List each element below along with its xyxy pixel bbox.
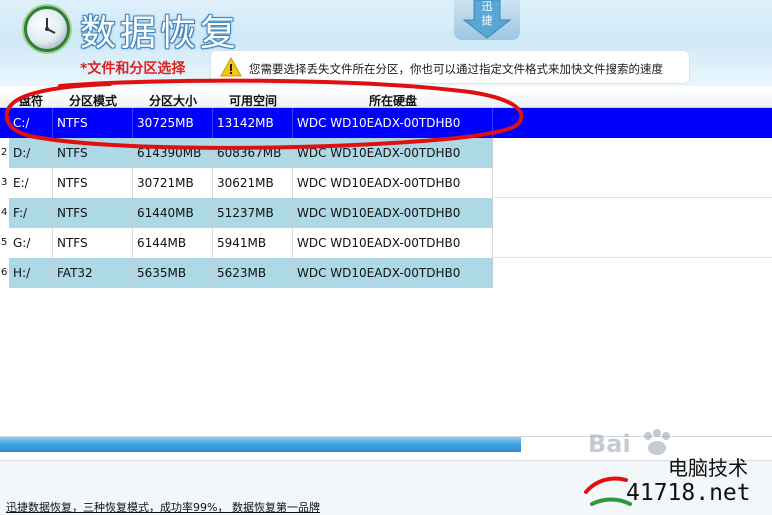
table-row[interactable]: 2 D:/NTFS 614390MB 608367MB WDC WD10EADX-00T… bbox=[0, 138, 772, 168]
watermark-site-url: 41718.net bbox=[626, 480, 751, 506]
row-number bbox=[0, 108, 9, 138]
clock-icon bbox=[24, 6, 70, 52]
cell-disk: WDC WD10EADX-00TDHB0 bbox=[293, 168, 493, 198]
hint-text: 您需要选择丢失文件所在分区，你也可以通过指定文件格式来加快文件搜索的速度 bbox=[249, 62, 663, 76]
cell-drive: E:/ bbox=[9, 168, 53, 198]
cell-drive: G:/ bbox=[9, 228, 53, 258]
watermark-logo-text: Bai bbox=[588, 430, 631, 458]
cell-disk: WDC WD10EADX-00TDHB0 bbox=[293, 198, 493, 228]
column-header-size[interactable]: 分区大小 bbox=[133, 92, 213, 108]
cell-disk: WDC WD10EADX-00TDHB0 bbox=[293, 138, 493, 168]
column-header-disk[interactable]: 所在硬盘 bbox=[293, 92, 493, 108]
column-header-drive[interactable]: 盘符 bbox=[9, 92, 53, 108]
cell-free: 608367MB bbox=[213, 138, 293, 168]
watermark-swoosh bbox=[584, 476, 632, 506]
cell-size: 6144MB bbox=[133, 228, 213, 258]
table-row[interactable]: 6 H:/FAT32 5635MB 5623MB WDC WD10EADX-00TDHB… bbox=[0, 258, 772, 288]
footer-link[interactable]: 迅捷数据恢复，三种恢复模式，成功率99%， 数据恢复第一品牌 bbox=[6, 499, 320, 515]
row-cells: F:/NTFS 61440MB 51237MB WDC WD10EADX-00TDHB… bbox=[9, 198, 493, 228]
app-title: 数据恢复 bbox=[80, 13, 241, 54]
table-row[interactable]: 5 G:/NTFS 6144MB 5941MB WDC WD10EADX-00TDHB0 bbox=[0, 228, 772, 258]
column-header-mode[interactable]: 分区模式 bbox=[53, 92, 133, 108]
row-number: 6 bbox=[0, 258, 9, 288]
partition-table: 盘符 分区模式 分区大小 可用空间 所在硬盘 C:/NTFS 30725MB 131… bbox=[0, 90, 772, 430]
cell-size: 30725MB bbox=[133, 108, 213, 138]
cell-disk: WDC WD10EADX-00TDHB0 bbox=[293, 108, 493, 138]
hint-box: 您需要选择丢失文件所在分区，你也可以通过指定文件格式来加快文件搜索的速度 bbox=[210, 50, 690, 84]
row-number: 2 bbox=[0, 138, 9, 168]
table-row[interactable]: 3 E:/NTFS 30721MB 30621MB WDC WD10EADX-00TDH… bbox=[0, 168, 772, 198]
row-cells: E:/NTFS 30721MB 30621MB WDC WD10EADX-00TDHB… bbox=[9, 168, 493, 198]
cell-size: 614390MB bbox=[133, 138, 213, 168]
cell-free: 30621MB bbox=[213, 168, 293, 198]
app-header: 数据恢复 迅捷 *文件和分区选择 您需要选择丢失文件所在分区，你也可以通过指定文… bbox=[0, 0, 772, 86]
row-cells: H:/FAT32 5635MB 5623MB WDC WD10EADX-00TDHB0 bbox=[9, 258, 493, 288]
cell-drive: H:/ bbox=[9, 258, 53, 288]
table-row[interactable]: C:/NTFS 30725MB 13142MB WDC WD10EADX-00TDHB… bbox=[0, 108, 772, 138]
row-cells: G:/NTFS 6144MB 5941MB WDC WD10EADX-00TDHB0 bbox=[9, 228, 493, 258]
row-cells: D:/NTFS 614390MB 608367MB WDC WD10EADX-00TD… bbox=[9, 138, 493, 168]
cell-size: 5635MB bbox=[133, 258, 213, 288]
row-cells: C:/NTFS 30725MB 13142MB WDC WD10EADX-00TDHB… bbox=[9, 108, 493, 138]
cell-mode: NTFS bbox=[53, 138, 133, 168]
cell-free: 51237MB bbox=[213, 198, 293, 228]
warning-icon bbox=[220, 57, 242, 77]
row-number: 4 bbox=[0, 198, 9, 228]
cell-size: 61440MB bbox=[133, 198, 213, 228]
table-header: 盘符 分区模式 分区大小 可用空间 所在硬盘 bbox=[0, 90, 772, 108]
column-header-free[interactable]: 可用空间 bbox=[213, 92, 293, 108]
progress-fill bbox=[0, 437, 522, 452]
cell-free: 5941MB bbox=[213, 228, 293, 258]
cell-drive: D:/ bbox=[9, 138, 53, 168]
cell-mode: NTFS bbox=[53, 198, 133, 228]
cell-drive: F:/ bbox=[9, 198, 53, 228]
row-number: 5 bbox=[0, 228, 9, 258]
cell-disk: WDC WD10EADX-00TDHB0 bbox=[293, 258, 493, 288]
cell-free: 5623MB bbox=[213, 258, 293, 288]
step-label: *文件和分区选择 bbox=[80, 61, 186, 77]
cell-mode: NTFS bbox=[53, 108, 133, 138]
cell-mode: FAT32 bbox=[53, 258, 133, 288]
cell-size: 30721MB bbox=[133, 168, 213, 198]
cell-disk: WDC WD10EADX-00TDHB0 bbox=[293, 228, 493, 258]
cell-mode: NTFS bbox=[53, 168, 133, 198]
table-row[interactable]: 4 F:/NTFS 61440MB 51237MB WDC WD10EADX-00TDH… bbox=[0, 198, 772, 228]
quick-button-label: 迅捷 bbox=[481, 0, 493, 27]
quick-button[interactable]: 迅捷 bbox=[454, 0, 520, 40]
cell-mode: NTFS bbox=[53, 228, 133, 258]
row-number: 3 bbox=[0, 168, 9, 198]
cell-drive: C:/ bbox=[9, 108, 53, 138]
watermark-site-name: 电脑技术 bbox=[668, 456, 748, 480]
cell-free: 13142MB bbox=[213, 108, 293, 138]
